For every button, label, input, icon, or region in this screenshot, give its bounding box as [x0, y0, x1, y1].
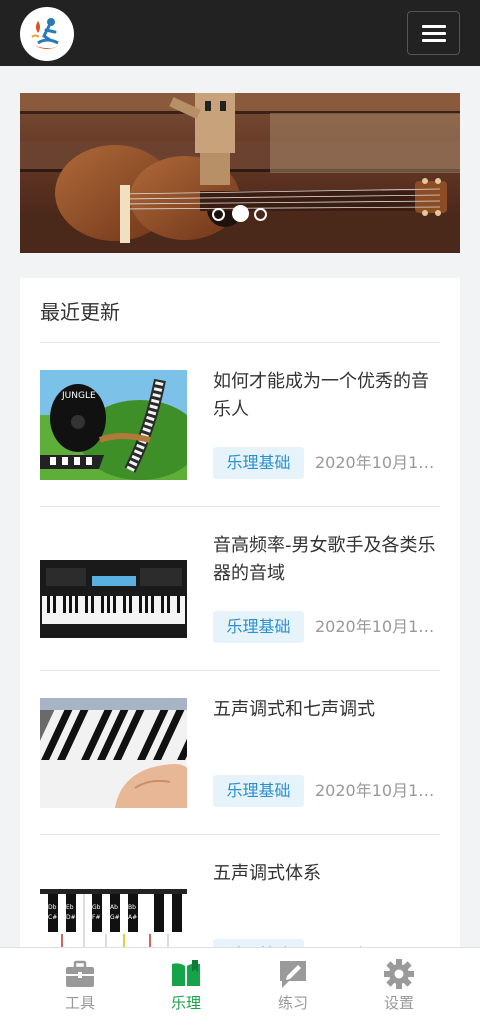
section-title: 最近更新	[40, 300, 120, 324]
carousel-dot-2[interactable]	[232, 205, 249, 222]
svg-text:JUNGLE: JUNGLE	[61, 391, 96, 401]
gear-icon	[384, 959, 414, 989]
item-date: 2020年10月1…	[315, 453, 435, 472]
banner-image	[20, 93, 460, 253]
svg-text:Eb: Eb	[66, 904, 74, 911]
item-date: 2020年10月1…	[315, 617, 435, 636]
carousel-dot-1[interactable]	[212, 208, 225, 221]
svg-text:Bb: Bb	[128, 904, 136, 911]
svg-text:G#: G#	[110, 914, 120, 921]
item-title[interactable]: 五声调式和七声调式	[213, 696, 440, 724]
carousel-dot-3[interactable]	[254, 208, 267, 221]
thumbnail-image: Db Eb Gb Ab Bb C# D# F# G# A#	[40, 862, 187, 958]
category-tag[interactable]: 乐理基础	[213, 775, 304, 807]
tab-tools[interactable]: 工具	[27, 948, 133, 1016]
app-logo[interactable]	[20, 7, 74, 61]
svg-text:Ab: Ab	[110, 904, 118, 911]
list-item[interactable]: 五声调式和七声调式 乐理基础 2020年10月1…	[40, 671, 440, 835]
svg-text:Gb: Gb	[92, 904, 101, 911]
list-item[interactable]: 音高频率-男女歌手及各类乐器的音域 乐理基础 2020年10月1…	[40, 507, 440, 671]
svg-text:C#: C#	[48, 914, 57, 921]
recent-updates-card: 最近更新 JUNGLE 如何才能成为一个优秀的音乐人 乐理基础 2020年10月…	[20, 278, 460, 958]
menu-button[interactable]	[407, 11, 460, 55]
category-tag[interactable]: 乐理基础	[213, 611, 304, 643]
book-icon	[172, 960, 200, 986]
svg-text:F#: F#	[92, 914, 100, 921]
tab-label: 工具	[64, 994, 95, 1012]
bottom-tab-bar: 工具 乐理 练习 设置	[0, 947, 480, 1016]
thumbnail-image	[40, 698, 187, 808]
hamburger-menu-icon	[422, 25, 446, 28]
svg-text:Db: Db	[48, 904, 57, 911]
svg-text:D#: D#	[66, 914, 76, 921]
edit-icon	[280, 961, 306, 988]
tab-music-theory[interactable]: 乐理	[133, 948, 239, 1016]
svg-text:A#: A#	[128, 914, 137, 921]
item-title[interactable]: 音高频率-男女歌手及各类乐器的音域	[213, 532, 440, 588]
tab-label: 乐理	[170, 994, 201, 1012]
toolbox-icon	[66, 960, 94, 987]
tab-practice[interactable]: 练习	[240, 948, 346, 1016]
banner-carousel[interactable]	[20, 93, 460, 253]
tab-label: 设置	[383, 994, 414, 1012]
item-title[interactable]: 如何才能成为一个优秀的音乐人	[213, 368, 440, 424]
category-tag[interactable]: 乐理基础	[213, 447, 304, 479]
thumbnail-image: JUNGLE	[40, 370, 187, 480]
thumbnail-image	[40, 534, 187, 644]
item-date: 2020年10月1…	[315, 781, 435, 800]
item-title[interactable]: 五声调式体系	[213, 860, 440, 888]
list-item[interactable]: DbEbGbAbBb C#D#F#G#A# 五声调式体系 乐理基础 2020年1…	[40, 835, 440, 958]
tab-settings[interactable]: 设置	[346, 948, 452, 1016]
tab-label: 练习	[277, 994, 308, 1012]
list-item[interactable]: JUNGLE 如何才能成为一个优秀的音乐人 乐理基础 2020年10月1…	[40, 343, 440, 507]
carousel-indicators	[212, 205, 272, 225]
top-navbar	[0, 0, 480, 66]
